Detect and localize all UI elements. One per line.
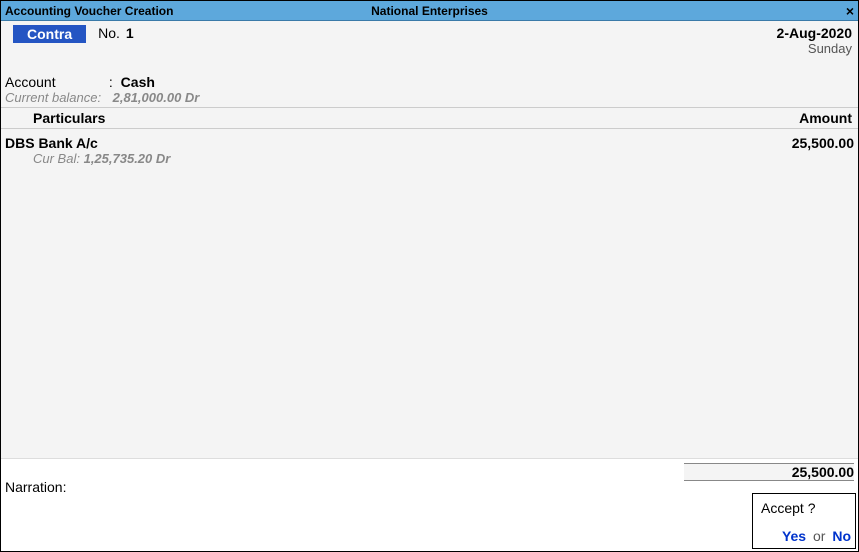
account-label: Account: [5, 74, 105, 90]
entry-row[interactable]: DBS Bank A/c 25,500.00: [5, 135, 854, 151]
accept-dialog: Accept ? Yes or No: [752, 493, 856, 549]
current-balance-line: Current balance: 2,81,000.00 Dr: [5, 90, 854, 105]
current-balance-label: Current balance:: [5, 90, 105, 105]
entry-amount[interactable]: 25,500.00: [792, 135, 854, 151]
voucher-number-value[interactable]: 1: [126, 25, 134, 41]
header-amount: Amount: [799, 110, 854, 126]
colon: :: [109, 74, 113, 90]
narration-label: Narration:: [5, 479, 66, 495]
voucher-date-block: 2-Aug-2020 Sunday: [777, 25, 854, 56]
accept-dialog-title: Accept ?: [757, 500, 851, 516]
title-bar: Accounting Voucher Creation National Ent…: [1, 1, 858, 21]
voucher-day: Sunday: [777, 41, 852, 56]
narration-block: Narration:: [5, 479, 66, 495]
columns-header: Particulars Amount: [1, 107, 858, 129]
entries-area[interactable]: DBS Bank A/c 25,500.00 Cur Bal: 1,25,735…: [1, 129, 858, 459]
voucher-content: Contra No. 1 2-Aug-2020 Sunday Account :…: [1, 21, 858, 459]
accept-yes-button[interactable]: Yes: [782, 528, 806, 544]
accept-dialog-options: Yes or No: [757, 528, 851, 544]
account-line: Account : Cash: [5, 74, 854, 90]
entry-curbal-label: Cur Bal:: [33, 151, 80, 166]
close-icon[interactable]: ×: [846, 4, 854, 18]
account-block: Account : Cash Current balance: 2,81,000…: [1, 56, 858, 107]
entry-current-balance: Cur Bal: 1,25,735.20 Dr: [5, 151, 854, 166]
total-amount: 25,500.00: [684, 463, 854, 481]
voucher-header-row: Contra No. 1 2-Aug-2020 Sunday: [1, 21, 858, 56]
entry-curbal-value: 1,25,735.20 Dr: [84, 151, 171, 166]
voucher-type-badge[interactable]: Contra: [13, 25, 86, 43]
entry-ledger-name[interactable]: DBS Bank A/c: [5, 135, 98, 151]
voucher-date[interactable]: 2-Aug-2020: [777, 25, 852, 41]
current-balance-value: 2,81,000.00 Dr: [113, 90, 200, 105]
header-particulars: Particulars: [5, 110, 105, 126]
voucher-number-label: No.: [98, 25, 120, 41]
window-title-center: National Enterprises: [371, 4, 488, 18]
accept-or-text: or: [813, 528, 825, 544]
window-title-left: Accounting Voucher Creation: [5, 4, 173, 18]
account-value[interactable]: Cash: [121, 74, 155, 90]
accept-no-button[interactable]: No: [832, 528, 851, 544]
